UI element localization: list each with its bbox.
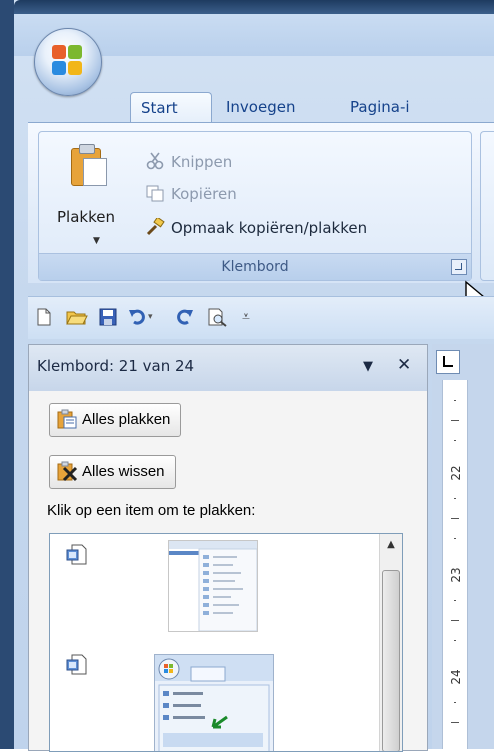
document-image-icon bbox=[64, 652, 90, 678]
paste-all-icon bbox=[56, 408, 78, 430]
clear-all-icon bbox=[56, 460, 78, 482]
ruler-tick bbox=[451, 620, 459, 621]
cut-button[interactable]: Knippen bbox=[145, 152, 232, 171]
ruler-label-23: 23 bbox=[449, 567, 463, 583]
clipboard-item-list: ▲ bbox=[49, 533, 403, 752]
ruler-tick bbox=[451, 420, 459, 421]
ruler-label-22: 22 bbox=[449, 465, 463, 481]
paintbrush-icon bbox=[145, 216, 165, 236]
clipboard-thumbnail bbox=[168, 540, 258, 632]
clipboard-group: Plakken ▼ Knippen Kopiëren Opmaak kopiër… bbox=[38, 131, 472, 281]
tab-start[interactable]: Start bbox=[130, 92, 212, 125]
ribbon: Plakken ▼ Knippen Kopiëren Opmaak kopiër… bbox=[28, 122, 494, 283]
ruler-tick bbox=[454, 400, 456, 401]
ruler-tick bbox=[451, 722, 459, 723]
office-logo-square bbox=[68, 61, 82, 75]
vertical-ruler: 22 23 24 bbox=[442, 380, 468, 749]
ruler-tick bbox=[454, 440, 456, 441]
title-bar-top bbox=[14, 0, 494, 14]
scissors-icon bbox=[145, 152, 165, 170]
clipboard-group-label: Klembord bbox=[39, 253, 471, 280]
ruler-tick bbox=[454, 538, 456, 539]
scroll-thumb[interactable] bbox=[382, 570, 400, 751]
clear-all-label: Alles wissen bbox=[82, 463, 165, 480]
tab-pagina-indeling[interactable]: Pagina-i bbox=[340, 92, 420, 124]
dialog-launcher-icon[interactable] bbox=[451, 259, 467, 275]
tab-selector-icon[interactable] bbox=[436, 350, 460, 374]
open-folder-icon[interactable] bbox=[66, 307, 88, 327]
paste-icon-clip bbox=[79, 144, 95, 154]
pane-options-icon[interactable]: ▼ bbox=[363, 359, 373, 374]
format-painter-label: Opmaak kopiëren/plakken bbox=[171, 219, 368, 237]
pane-title: Klembord: 21 van 24 bbox=[37, 357, 195, 375]
format-painter-button[interactable]: Opmaak kopiëren/plakken bbox=[145, 216, 368, 237]
office-logo-square bbox=[68, 45, 82, 59]
close-icon[interactable]: ✕ bbox=[397, 355, 411, 375]
cut-label: Knippen bbox=[171, 153, 233, 171]
clipboard-thumbnail bbox=[154, 654, 274, 751]
pane-hint: Klik op een item om te plakken: bbox=[47, 502, 256, 519]
office-logo-square bbox=[52, 61, 66, 75]
ruler-tick bbox=[454, 498, 456, 499]
clipboard-pane: Klembord: 21 van 24 ▼ ✕ Alles plakken Al… bbox=[28, 344, 428, 752]
save-icon[interactable] bbox=[98, 307, 118, 327]
print-preview-icon[interactable] bbox=[206, 307, 227, 327]
quick-access-toolbar: ▾ ⩡ bbox=[28, 296, 494, 339]
ruler-tick bbox=[454, 600, 456, 601]
undo-dropdown-icon[interactable]: ▾ bbox=[148, 307, 160, 327]
ruler-label-24: 24 bbox=[449, 669, 463, 685]
new-document-icon[interactable] bbox=[34, 307, 54, 327]
copy-icon bbox=[145, 184, 165, 202]
copy-label: Kopiëren bbox=[171, 185, 237, 203]
undo-icon[interactable] bbox=[128, 307, 148, 327]
font-group-partial bbox=[480, 131, 494, 281]
paste-dropdown-icon[interactable]: ▼ bbox=[93, 236, 100, 246]
redo-icon[interactable] bbox=[174, 307, 194, 327]
paste-icon[interactable] bbox=[71, 142, 107, 186]
ruler-tick bbox=[451, 518, 459, 519]
ruler-tick bbox=[454, 702, 456, 703]
paste-all-label: Alles plakken bbox=[82, 411, 171, 428]
document-image-icon bbox=[64, 542, 90, 568]
ruler-tick bbox=[454, 640, 456, 641]
clipboard-item[interactable] bbox=[50, 534, 376, 644]
paste-icon-paper bbox=[83, 158, 107, 186]
customize-dropdown-icon[interactable]: ⩡ bbox=[242, 307, 262, 327]
scroll-up-icon[interactable]: ▲ bbox=[382, 536, 400, 554]
scrollbar[interactable]: ▲ bbox=[379, 534, 402, 751]
paste-all-button[interactable]: Alles plakken bbox=[49, 403, 182, 437]
copy-button[interactable]: Kopiëren bbox=[145, 184, 237, 203]
office-button[interactable] bbox=[34, 28, 102, 96]
paste-button[interactable]: Plakken bbox=[57, 208, 115, 226]
pane-header: Klembord: 21 van 24 ▼ ✕ bbox=[29, 345, 427, 391]
tab-invoegen[interactable]: Invoegen bbox=[216, 92, 305, 124]
desktop-edge bbox=[0, 0, 14, 749]
office-logo-icon bbox=[52, 45, 66, 59]
clear-all-button[interactable]: Alles wissen bbox=[49, 455, 176, 489]
